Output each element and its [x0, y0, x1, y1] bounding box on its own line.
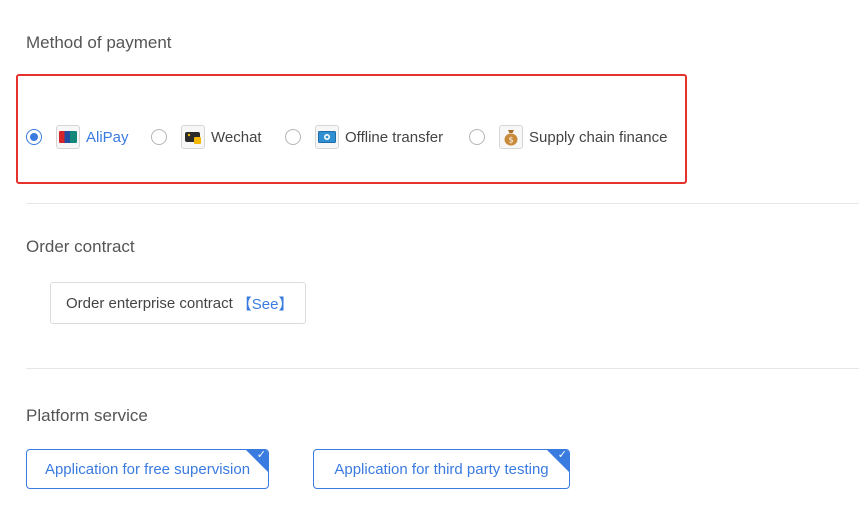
contract-box: Order enterprise contract 【See】 — [50, 282, 306, 324]
free-supervision-button[interactable]: Application for free supervision ✓ — [26, 449, 269, 489]
radio-supply-chain-finance[interactable] — [469, 129, 485, 145]
radio-wechat[interactable] — [151, 129, 167, 145]
see-contract-link[interactable]: 【See】 — [237, 293, 294, 314]
payment-option-alipay[interactable]: AliPay — [26, 122, 129, 152]
payment-option-label: Wechat — [211, 128, 262, 146]
payment-option-label: Supply chain finance — [529, 128, 668, 146]
payment-option-wechat[interactable]: Wechat — [151, 122, 262, 152]
checkmark-icon: ✓ — [256, 449, 266, 461]
section-divider — [26, 368, 859, 369]
payment-option-label: AliPay — [86, 128, 129, 146]
contract-text: Order enterprise contract — [66, 294, 233, 312]
wallet-icon — [181, 125, 205, 149]
contract-section-title: Order contract — [26, 237, 135, 256]
unionpay-card-icon — [56, 125, 80, 149]
third-party-testing-button[interactable]: Application for third party testing ✓ — [313, 449, 570, 489]
banknote-icon — [315, 125, 339, 149]
radio-alipay[interactable] — [26, 129, 42, 145]
service-section-title: Platform service — [26, 406, 148, 425]
service-button-label: Application for third party testing — [334, 460, 549, 478]
payment-option-supply-chain-finance[interactable]: $ Supply chain finance — [469, 122, 667, 152]
payment-option-label: Offline transfer — [345, 128, 444, 146]
svg-text:$: $ — [508, 136, 513, 145]
money-bag-icon: $ — [499, 125, 523, 149]
service-button-label: Application for free supervision — [44, 460, 251, 478]
payment-option-offline-transfer[interactable]: Offline transfer — [285, 122, 443, 152]
checkmark-icon: ✓ — [557, 449, 567, 461]
payment-section-title: Method of payment — [26, 33, 172, 52]
section-divider — [26, 203, 859, 204]
radio-offline-transfer[interactable] — [285, 129, 301, 145]
